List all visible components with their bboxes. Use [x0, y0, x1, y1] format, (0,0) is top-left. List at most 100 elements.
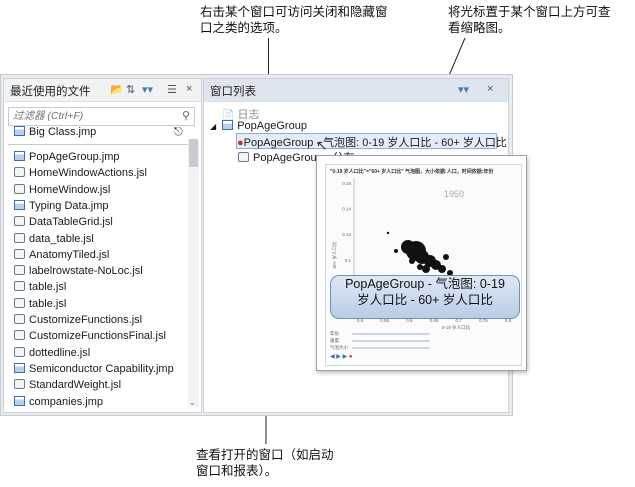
list-item[interactable]: dottedline.jsl: [14, 346, 91, 364]
window-list-titlebar: 窗口列表 ▾▾ ×: [204, 79, 508, 102]
animation-control[interactable]: 速度: [330, 338, 430, 344]
data-table-icon: [222, 120, 234, 130]
list-item[interactable]: Semiconductor Capability.jmp: [14, 362, 174, 380]
list-item[interactable]: HomeWindow.jsl: [14, 183, 111, 201]
script-icon: [14, 167, 25, 178]
control-label: 年份: [330, 331, 339, 336]
control-slider[interactable]: [352, 340, 430, 342]
y-axis-label: 60+ 岁人口比: [331, 241, 338, 268]
list-item-label: dottedline.jsl: [29, 346, 91, 359]
y-tick-label: 0.14: [342, 207, 351, 212]
script-icon: [14, 183, 25, 194]
y-tick-label: 0.12: [342, 232, 351, 237]
filter-menu-icon[interactable]: ▾▾: [142, 83, 153, 96]
window-list-close-icon[interactable]: ×: [487, 83, 493, 95]
scrollbar-thumb[interactable]: [189, 139, 198, 167]
list-item[interactable]: HomeWindowActions.jsl: [14, 167, 147, 184]
bubble-mark: [409, 258, 415, 264]
year-label: 1950: [444, 189, 464, 199]
data-table-icon: [14, 395, 25, 406]
list-item[interactable]: CustomizeFunctions.jsl: [14, 314, 142, 331]
bubble-mark: [386, 231, 390, 235]
thumbnail-popup: "0-19 岁人口比"="60+ 岁人口比" 气泡图，大小依据:人口，时间依据:…: [316, 155, 527, 371]
playback-buttons[interactable]: ◀ ▶ ▶ ●: [330, 353, 353, 360]
list-item[interactable]: companies.jmp: [14, 395, 103, 413]
filter-input[interactable]: [9, 108, 173, 123]
script-icon: [14, 330, 25, 341]
pinned-file[interactable]: Big Class.jmp: [14, 126, 96, 143]
list-item[interactable]: data_table.jsl: [14, 232, 94, 250]
thumbnail-tooltip: PopAgeGroup - 气泡图: 0-19 岁人口比 - 60+ 岁人口比: [330, 275, 520, 319]
list-item[interactable]: labelrowstate-NoLoc.jsl: [14, 265, 143, 282]
control-slider[interactable]: [352, 347, 430, 349]
recent-files-filter[interactable]: ⚲: [8, 107, 195, 126]
list-item[interactable]: CustomizeFunctionsFinal.jsl: [14, 330, 166, 347]
script-icon: [14, 379, 25, 390]
list-item-label: HomeWindowActions.jsl: [29, 167, 147, 180]
bubble-mark: [438, 265, 446, 273]
script-icon: [14, 281, 25, 292]
animation-control[interactable]: 气泡大小: [330, 345, 430, 351]
close-icon[interactable]: ×: [186, 83, 192, 95]
list-item-label: data_table.jsl: [29, 232, 94, 245]
list-item[interactable]: AnatomyTiled.jsl: [14, 248, 110, 266]
y-tick-label: 0.1: [345, 258, 352, 263]
report-icon: [238, 152, 249, 162]
pinned-separator: [8, 144, 196, 145]
expand-arrow-icon[interactable]: ◢: [210, 122, 216, 131]
search-icon[interactable]: ⚲: [182, 109, 190, 122]
animation-control[interactable]: 年份: [330, 331, 430, 337]
bubble-plot-icon: ●: [237, 137, 244, 149]
list-item-label: CustomizeFunctionsFinal.jsl: [29, 330, 166, 343]
script-icon: [14, 265, 25, 276]
bubble-mark: [417, 264, 423, 270]
thumbnail-plot: 0.160.140.120.10.080.060.50.550.60.650.7…: [331, 179, 512, 331]
list-item[interactable]: table.jsl: [14, 297, 66, 315]
record-icon[interactable]: ●: [349, 354, 353, 360]
bubble-mark: [394, 249, 398, 253]
tree-report-bubble[interactable]: ●PopAgeGroup - 气泡图: 0-19 岁人口比 - 60+ 岁人口比: [236, 133, 507, 149]
script-icon: [14, 346, 25, 357]
recent-files-titlebar: 最近使用的文件 📂 ⇅ ▾▾ ☰ ×: [4, 79, 201, 102]
script-icon: [14, 297, 25, 308]
step-back-icon[interactable]: ◀: [330, 354, 335, 360]
recent-files-scrollbar[interactable]: ⌄: [188, 139, 199, 407]
list-item-label: table.jsl: [29, 281, 67, 294]
control-label: 速度: [330, 338, 339, 343]
list-item-label: Typing Data.jmp: [29, 199, 109, 212]
list-item-label: companies.jmp: [29, 395, 103, 408]
script-icon: [14, 232, 25, 243]
list-item[interactable]: StandardWeight.jsl: [14, 379, 121, 396]
bubble-mark: [422, 265, 430, 273]
x-axis-label: 0-19 岁人口比: [442, 324, 471, 331]
script-icon: [14, 216, 25, 227]
list-view-icon[interactable]: ☰: [167, 83, 177, 96]
list-item-label: StandardWeight.jsl: [29, 379, 122, 392]
sort-icon[interactable]: ⇅: [126, 83, 135, 96]
list-item-label: CustomizeFunctions.jsl: [29, 314, 143, 326]
list-item-label: HomeWindow.jsl: [29, 183, 111, 196]
list-item-label: Semiconductor Capability.jmp: [29, 362, 174, 375]
thumbnail-report: "0-19 岁人口比"="60+ 岁人口比" 气泡图，大小依据:人口，时间依据:…: [325, 164, 522, 366]
play-icon[interactable]: ▶: [336, 354, 341, 360]
list-item[interactable]: PopAgeGroup.jmp: [14, 151, 120, 168]
data-table-icon: [14, 151, 25, 161]
window-list-title: 窗口列表: [210, 86, 256, 98]
data-table-icon: [14, 362, 25, 373]
bubble-mark: [443, 254, 449, 260]
control-slider[interactable]: [352, 333, 430, 335]
list-item[interactable]: DataTableGrid.jsl: [14, 216, 113, 233]
open-folder-icon[interactable]: 📂: [110, 83, 124, 96]
list-item[interactable]: Typing Data.jmp: [14, 199, 109, 217]
list-item[interactable]: table.jsl: [14, 281, 66, 298]
list-item-label: AnatomyTiled.jsl: [29, 248, 110, 261]
tree-group[interactable]: ◢ PopAgeGroup: [210, 120, 307, 132]
data-table-icon: [14, 126, 25, 136]
scroll-down-icon[interactable]: ⌄: [189, 398, 196, 407]
recent-files-title: 最近使用的文件: [10, 86, 91, 98]
script-icon: [14, 314, 25, 324]
pin-icon[interactable]: ⎋: [174, 126, 183, 139]
window-list-menu-icon[interactable]: ▾▾: [458, 83, 469, 96]
data-table-icon: [14, 199, 25, 210]
step-forward-icon[interactable]: ▶: [343, 354, 348, 360]
